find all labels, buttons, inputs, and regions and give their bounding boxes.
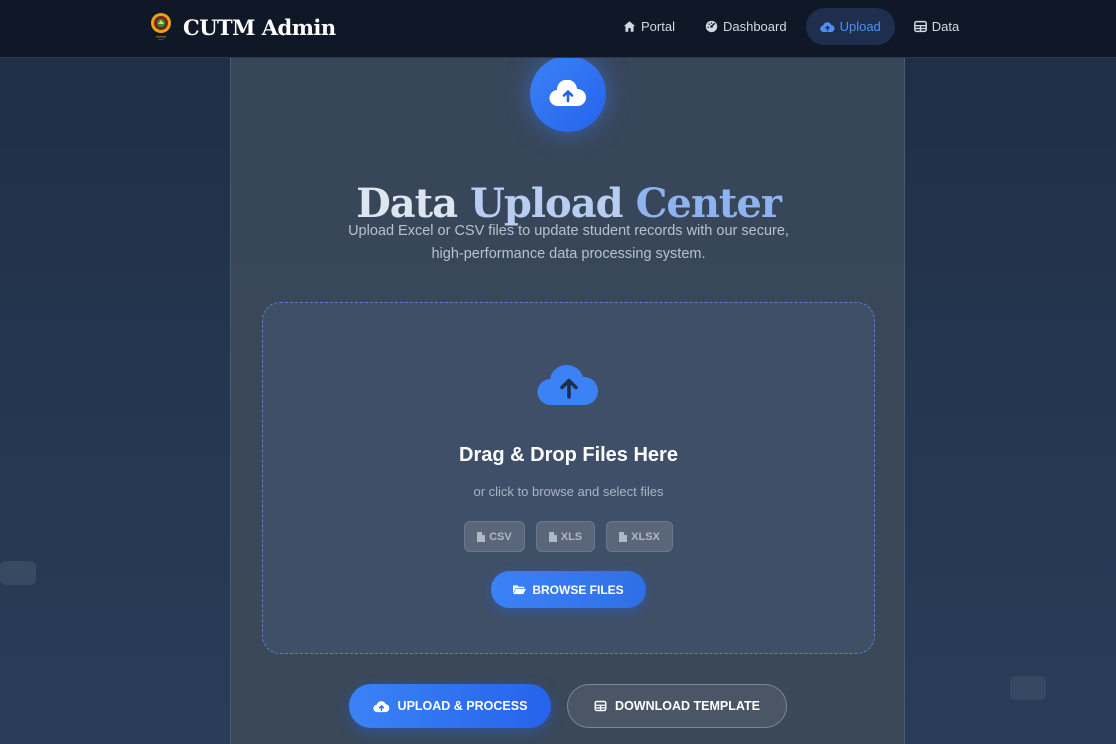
nav-item-upload[interactable]: Upload bbox=[805, 8, 895, 45]
home-icon bbox=[623, 21, 636, 32]
nav-item-dashboard[interactable]: Dashboard bbox=[694, 8, 798, 45]
brand-name: CUTM Admin bbox=[183, 14, 336, 40]
accepted-formats: CSV XLS XLSX bbox=[263, 521, 874, 552]
format-badge-csv: CSV bbox=[464, 521, 525, 552]
dashboard-icon bbox=[705, 20, 718, 33]
action-buttons: UPLOAD & PROCESS DOWNLOAD TEMPLATE bbox=[349, 684, 787, 728]
nav-item-label: Dashboard bbox=[722, 19, 787, 34]
file-icon bbox=[619, 531, 628, 542]
dropzone-subtitle: or click to browse and select files bbox=[473, 484, 664, 499]
nav-item-label: Portal bbox=[641, 19, 675, 34]
cloud-upload-icon bbox=[372, 700, 389, 712]
upload-process-button[interactable]: UPLOAD & PROCESS bbox=[349, 684, 551, 728]
format-label: XLS bbox=[560, 530, 583, 543]
download-template-label: DOWNLOAD TEMPLATE bbox=[615, 699, 760, 713]
file-dropzone[interactable]: Drag & Drop Files Here or click to brows… bbox=[262, 302, 875, 654]
browse-files-button[interactable]: BROWSE FILES bbox=[491, 571, 646, 608]
main-nav: Portal Dashboard Upload Data bbox=[612, 8, 978, 45]
nav-item-portal[interactable]: Portal bbox=[612, 8, 686, 45]
university-logo-icon bbox=[151, 13, 171, 40]
background-decoration-icon bbox=[0, 561, 36, 585]
file-icon bbox=[548, 531, 557, 542]
format-label: XLSX bbox=[631, 530, 660, 543]
dropzone-title: Drag & Drop Files Here bbox=[459, 444, 678, 466]
upload-card: Data Upload Center Upload Excel or CSV f… bbox=[230, 56, 905, 744]
page-subtitle: Upload Excel or CSV files to update stud… bbox=[348, 223, 789, 262]
hero-upload-badge bbox=[530, 56, 606, 132]
nav-item-label: Upload bbox=[839, 19, 881, 34]
format-label: CSV bbox=[489, 530, 512, 543]
nav-item-data[interactable]: Data bbox=[903, 8, 970, 45]
cloud-upload-icon bbox=[819, 21, 835, 32]
table-icon bbox=[594, 700, 607, 712]
navbar: CUTM Admin Portal Dashboard Upload Data bbox=[0, 0, 1116, 58]
format-badge-xls: XLS bbox=[535, 521, 596, 552]
cloud-upload-icon bbox=[549, 80, 586, 107]
nav-item-label: Data bbox=[931, 19, 960, 34]
table-icon bbox=[913, 20, 927, 33]
cloud-upload-icon bbox=[537, 364, 599, 406]
file-icon bbox=[477, 531, 486, 542]
browse-files-label: BROWSE FILES bbox=[532, 582, 624, 597]
brand[interactable]: CUTM Admin bbox=[150, 10, 336, 44]
format-badge-xlsx: XLSX bbox=[606, 521, 673, 552]
download-template-button[interactable]: DOWNLOAD TEMPLATE bbox=[567, 684, 787, 728]
background-decoration-icon bbox=[1010, 676, 1046, 700]
folder-open-icon bbox=[513, 585, 527, 595]
upload-process-label: UPLOAD & PROCESS bbox=[397, 699, 528, 713]
